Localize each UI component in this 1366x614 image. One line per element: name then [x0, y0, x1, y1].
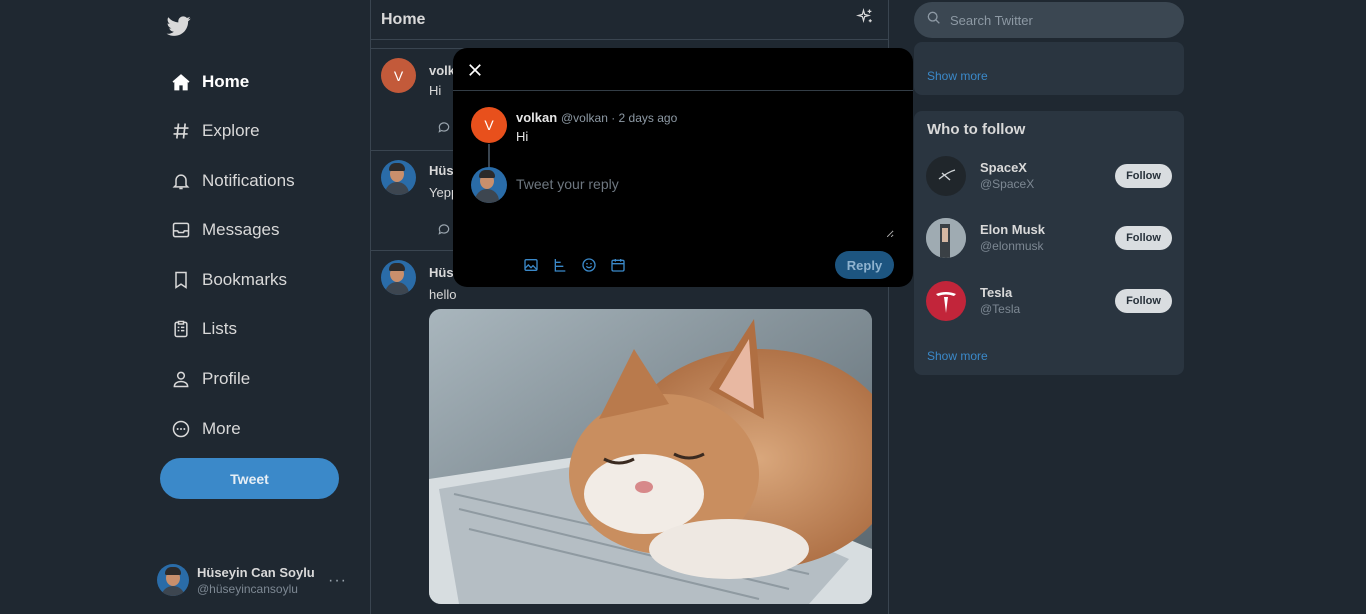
follow-suggestion[interactable]: Tesla @Tesla Follow: [926, 281, 1172, 321]
hashtag-icon: [170, 120, 192, 142]
account-name: SpaceX: [980, 160, 1027, 175]
search-input[interactable]: [950, 12, 1170, 28]
tesla-logo-icon: [926, 281, 966, 321]
nav-notifications[interactable]: Notifications: [170, 163, 295, 199]
gif-icon[interactable]: [552, 257, 568, 273]
show-more-link[interactable]: Show more: [927, 349, 988, 363]
nav-profile[interactable]: Profile: [170, 361, 250, 397]
spacex-logo-icon: [926, 156, 966, 196]
search-box[interactable]: [914, 2, 1184, 38]
account-name: Elon Musk: [980, 222, 1046, 237]
image-icon[interactable]: [523, 257, 539, 273]
reply-icon[interactable]: [437, 120, 451, 134]
tweet-image[interactable]: [429, 309, 872, 604]
reply-button[interactable]: Reply: [835, 251, 894, 279]
tweet-text: hello: [429, 287, 457, 302]
twitter-logo-icon[interactable]: [166, 14, 192, 38]
trends-panel: Show more: [914, 42, 1184, 95]
panel-title: Who to follow: [927, 121, 1026, 138]
nav-label: More: [202, 419, 241, 438]
show-more-link[interactable]: Show more: [927, 69, 988, 83]
who-to-follow-panel: Who to follow SpaceX @SpaceX Follow Elon…: [914, 111, 1184, 375]
tweet-text: Hi: [429, 83, 442, 98]
nav-messages[interactable]: Messages: [170, 212, 279, 248]
avatar[interactable]: [381, 260, 416, 295]
more-circle-icon: [170, 418, 192, 440]
divider: [453, 90, 913, 91]
left-sidebar: Home Explore Notifications Messages Book…: [0, 0, 370, 614]
tweet-author: Hüs: [429, 163, 454, 178]
nav-label: Lists: [202, 319, 237, 338]
nav-label: Messages: [202, 220, 280, 239]
emoji-icon[interactable]: [581, 257, 597, 273]
follow-button[interactable]: Follow: [1115, 164, 1172, 188]
nav-label: Notifications: [202, 171, 295, 190]
envelope-icon: [170, 219, 192, 241]
user-handle: @hüseyincansoylu: [197, 581, 298, 596]
schedule-icon[interactable]: [610, 257, 626, 273]
nav-label: Bookmarks: [202, 270, 288, 289]
list-icon: [170, 318, 192, 340]
avatar[interactable]: [381, 160, 416, 195]
sparkle-icon[interactable]: [855, 7, 874, 31]
user-name: Hüseyin Can Soylu: [197, 564, 315, 580]
account-handle: @elonmusk: [980, 239, 1044, 253]
follow-button[interactable]: Follow: [1115, 289, 1172, 313]
nav-label: Profile: [202, 369, 251, 388]
nav-more[interactable]: More: [170, 411, 241, 447]
nav-lists[interactable]: Lists: [170, 311, 237, 347]
nav-home[interactable]: Home: [170, 64, 249, 100]
tweet-author: Hüs: [429, 265, 454, 280]
avatar: V: [471, 107, 507, 143]
avatar: [926, 218, 966, 258]
more-dots-icon[interactable]: ···: [328, 572, 347, 590]
avatar: [471, 167, 507, 203]
home-icon: [170, 71, 192, 93]
feed-header: Home: [371, 0, 888, 40]
close-icon[interactable]: [463, 58, 487, 82]
original-text: Hi: [516, 129, 529, 144]
compose-toolbar: [523, 257, 626, 273]
original-author: volkan: [516, 110, 558, 125]
account-handle: @SpaceX: [980, 177, 1035, 191]
reply-modal: V volkan @volkan · 2 days ago Hi Reply: [453, 48, 913, 287]
nav-label: Explore: [202, 121, 260, 140]
person-icon: [170, 368, 192, 390]
reply-icon[interactable]: [437, 222, 451, 236]
account-handle: @Tesla: [980, 302, 1021, 316]
reply-input[interactable]: [516, 176, 894, 238]
bookmark-icon: [170, 269, 192, 291]
avatar[interactable]: V: [381, 58, 416, 93]
follow-button[interactable]: Follow: [1115, 226, 1172, 250]
avatar: [157, 564, 189, 596]
nav-explore[interactable]: Explore: [170, 113, 260, 149]
bell-icon: [170, 170, 192, 192]
follow-suggestion[interactable]: SpaceX @SpaceX Follow: [926, 156, 1172, 196]
nav-bookmarks[interactable]: Bookmarks: [170, 262, 287, 298]
page-title: Home: [381, 10, 426, 28]
search-icon: [926, 10, 942, 31]
nav-label: Home: [202, 72, 250, 91]
account-name: Tesla: [980, 285, 1013, 300]
follow-suggestion[interactable]: Elon Musk @elonmusk Follow: [926, 218, 1172, 258]
tweet-button[interactable]: Tweet: [160, 458, 339, 499]
account-switcher[interactable]: Hüseyin Can Soylu @hüseyincansoylu: [157, 564, 315, 596]
original-meta: @volkan · 2 days ago: [561, 111, 678, 125]
thread-line: [488, 144, 490, 168]
tweet-author: volk: [429, 63, 456, 78]
